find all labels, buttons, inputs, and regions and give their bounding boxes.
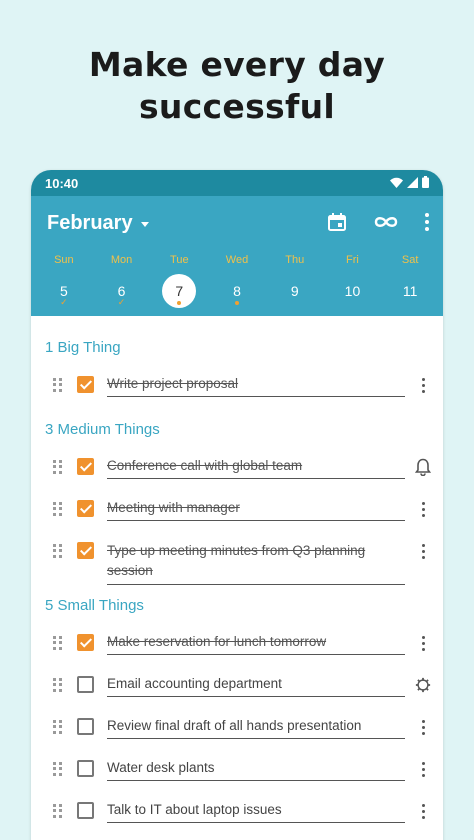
drag-handle-icon[interactable] bbox=[53, 502, 63, 516]
drag-handle-icon[interactable] bbox=[53, 636, 63, 650]
task-text[interactable]: Water desk plants bbox=[107, 759, 405, 781]
headline-line-1: Make every day bbox=[88, 45, 386, 84]
section-title: 5 Small Things bbox=[45, 597, 144, 614]
status-time: 10:40 bbox=[45, 175, 79, 191]
section-title: 1 Big Thing bbox=[45, 339, 121, 356]
task-text[interactable]: Make reservation for lunch tomorrow bbox=[107, 633, 405, 655]
weekday-label: Sat bbox=[401, 254, 419, 266]
headline-line-2: successful bbox=[138, 87, 336, 126]
weekday-label: Sun bbox=[54, 254, 74, 266]
task-list: 1 Big Thing Write project proposal 3 Mediu… bbox=[31, 338, 443, 832]
task-row: Water desk plants bbox=[31, 748, 443, 790]
day-sun[interactable]: Sun 5 ✓ bbox=[35, 254, 93, 308]
more-vert-icon[interactable] bbox=[415, 760, 431, 778]
task-checkbox[interactable] bbox=[77, 676, 94, 693]
task-row: Review final draft of all hands presenta… bbox=[31, 706, 443, 748]
date-number: 5 ✓ bbox=[47, 274, 81, 308]
headline: Make every day successful bbox=[0, 44, 474, 128]
more-vert-icon[interactable] bbox=[415, 634, 431, 652]
task-text[interactable]: Type up meeting minutes from Q3 planning… bbox=[107, 541, 405, 585]
task-row: Email accounting department bbox=[31, 664, 443, 706]
more-vert-icon[interactable] bbox=[415, 718, 431, 736]
gear-icon[interactable] bbox=[415, 676, 431, 694]
status-bar: 10:40 bbox=[31, 170, 443, 196]
task-checkbox[interactable] bbox=[77, 376, 94, 393]
task-text[interactable]: Talk to IT about laptop issues bbox=[107, 801, 405, 823]
day-wed[interactable]: Wed 8 bbox=[208, 254, 266, 308]
month-label: February bbox=[47, 212, 133, 234]
task-text[interactable]: Write project proposal bbox=[107, 375, 405, 397]
drag-handle-icon[interactable] bbox=[53, 762, 63, 776]
task-text[interactable]: Review final draft of all hands presenta… bbox=[107, 717, 405, 739]
calendar-icon[interactable] bbox=[327, 212, 347, 237]
date-number: 9 bbox=[278, 274, 312, 308]
date-number-text: 11 bbox=[402, 283, 418, 299]
drag-handle-icon[interactable] bbox=[53, 460, 63, 474]
task-checkbox[interactable] bbox=[77, 634, 94, 651]
day-sat[interactable]: Sat 11 bbox=[381, 254, 439, 308]
more-vert-icon[interactable] bbox=[415, 802, 431, 820]
weekday-label: Wed bbox=[225, 254, 249, 266]
task-row: Type up meeting minutes from Q3 planning… bbox=[31, 530, 443, 585]
task-checkbox[interactable] bbox=[77, 760, 94, 777]
completed-check-icon: ✓ bbox=[117, 297, 126, 307]
task-checkbox[interactable] bbox=[77, 500, 94, 517]
date-number: 8 bbox=[220, 274, 254, 308]
more-vert-icon[interactable] bbox=[425, 213, 429, 236]
day-mon[interactable]: Mon 6 ✓ bbox=[93, 254, 151, 308]
task-row: Make reservation for lunch tomorrow bbox=[31, 622, 443, 664]
date-number-text: 10 bbox=[344, 283, 361, 299]
pending-dot-icon bbox=[177, 301, 182, 305]
task-checkbox[interactable] bbox=[77, 718, 94, 735]
completed-check-icon: ✓ bbox=[60, 297, 68, 307]
drag-handle-icon[interactable] bbox=[53, 544, 63, 558]
drag-handle-icon[interactable] bbox=[53, 720, 63, 734]
month-selector[interactable]: February bbox=[47, 212, 149, 235]
day-thu[interactable]: Thu 9 bbox=[266, 254, 324, 308]
task-row: Talk to IT about laptop issues bbox=[31, 790, 443, 832]
date-number-text: 7 bbox=[175, 283, 184, 299]
more-vert-icon[interactable] bbox=[415, 542, 431, 560]
task-checkbox[interactable] bbox=[77, 802, 94, 819]
more-vert-icon[interactable] bbox=[415, 500, 431, 518]
weekday-label: Mon bbox=[110, 254, 133, 266]
date-number-text: 8 bbox=[233, 283, 241, 299]
date-number: 6 ✓ bbox=[105, 274, 139, 308]
section-title: 3 Medium Things bbox=[45, 421, 160, 438]
task-checkbox[interactable] bbox=[77, 458, 94, 475]
task-text[interactable]: Conference call with global team bbox=[107, 457, 405, 479]
date-number-text: 9 bbox=[290, 283, 299, 299]
weekday-label: Tue bbox=[170, 254, 189, 266]
drag-handle-icon[interactable] bbox=[53, 678, 63, 692]
wifi-icon bbox=[390, 176, 403, 191]
dropdown-arrow-icon bbox=[140, 222, 149, 227]
pending-dot-icon bbox=[235, 301, 240, 305]
day-tue[interactable]: Tue 7 bbox=[150, 254, 208, 308]
weekday-label: Fri bbox=[346, 254, 359, 266]
task-text[interactable]: Meeting with manager bbox=[107, 499, 405, 521]
date-number: 10 bbox=[335, 274, 369, 308]
task-row: Meeting with manager bbox=[31, 488, 443, 530]
weekday-label: Thu bbox=[285, 254, 305, 266]
more-vert-icon[interactable] bbox=[415, 376, 431, 394]
signal-icon bbox=[407, 176, 418, 191]
bell-icon[interactable] bbox=[415, 458, 431, 476]
date-number: 11 bbox=[393, 274, 427, 308]
task-text[interactable]: Email accounting department bbox=[107, 675, 405, 697]
phone-screen: 10:40 February Sun 5 ✓ Mon 6 ✓ Tue 7 Wed… bbox=[31, 170, 443, 840]
task-row: Conference call with global team bbox=[31, 446, 443, 488]
task-checkbox[interactable] bbox=[77, 542, 94, 559]
task-row: Write project proposal bbox=[31, 364, 443, 406]
drag-handle-icon[interactable] bbox=[53, 804, 63, 818]
app-bar: February Sun 5 ✓ Mon 6 ✓ Tue 7 Wed 8 Thu 9 Fri 10 Sat 1… bbox=[31, 196, 443, 316]
drag-handle-icon[interactable] bbox=[53, 378, 63, 392]
week-strip: Sun 5 ✓ Mon 6 ✓ Tue 7 Wed 8 Thu 9 Fri 10 Sat 11 bbox=[31, 254, 443, 308]
day-fri[interactable]: Fri 10 bbox=[324, 254, 382, 308]
infinity-icon[interactable] bbox=[373, 215, 399, 234]
battery-icon bbox=[422, 175, 429, 191]
selected-date: 7 bbox=[162, 274, 197, 308]
